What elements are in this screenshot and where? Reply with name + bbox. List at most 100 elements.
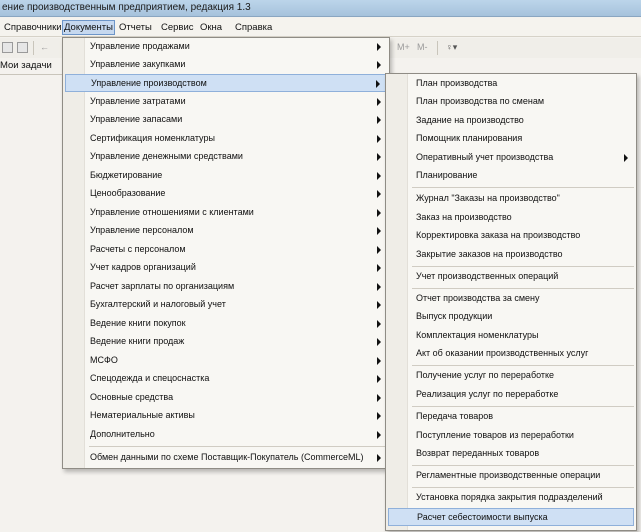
- menu-item-sales-ledger[interactable]: Ведение книги продаж: [65, 333, 387, 351]
- menu-item-label: Ведение книги покупок: [90, 318, 186, 328]
- menu-item-accounting[interactable]: Бухгалтерский и налоговый учет: [65, 296, 387, 314]
- menu-directories[interactable]: Справочники: [2, 21, 64, 35]
- submenu-item-production-plan[interactable]: План производства: [388, 75, 634, 93]
- submenu-item-label: Получение услуг по переработке: [416, 370, 555, 380]
- submenu-item-planning[interactable]: Планирование: [388, 167, 634, 185]
- menu-service[interactable]: Сервис: [159, 21, 196, 35]
- menu-item-label: Управление производством: [91, 78, 207, 88]
- submenu-item-label: Помощник планирования: [416, 133, 523, 143]
- menu-item-label: Расчеты с персоналом: [90, 244, 186, 254]
- memory-plus-button[interactable]: M+: [397, 42, 410, 52]
- submenu-item-orders-closing[interactable]: Закрытие заказов на производство: [388, 246, 634, 264]
- menu-item-label: Бюджетирование: [90, 170, 163, 180]
- submenu-item-goods-transfer[interactable]: Передача товаров: [388, 408, 634, 426]
- menu-item-label: Обмен данными по схеме Поставщик-Покупат…: [90, 452, 364, 462]
- menu-item-label: Расчет зарплаты по организациям: [90, 281, 235, 291]
- submenu-item-order-adjustment[interactable]: Корректировка заказа на производство: [388, 227, 634, 245]
- submenu-item-services-act[interactable]: Акт об оказании производственных услуг: [388, 345, 634, 363]
- my-tasks-tab[interactable]: Мои задачи: [0, 60, 52, 71]
- submenu-item-planning-assistant[interactable]: Помощник планирования: [388, 130, 634, 148]
- menu-item-fixed-assets[interactable]: Основные средства: [65, 389, 387, 407]
- menu-item-costs[interactable]: Управление затратами: [65, 93, 387, 111]
- menu-windows[interactable]: Окна: [198, 21, 224, 35]
- menu-item-additional[interactable]: Дополнительно: [65, 426, 387, 444]
- submenu-item-production-task[interactable]: Задание на производство: [388, 112, 634, 130]
- submenu-arrow-icon: [377, 454, 381, 462]
- menu-item-payroll-calculation[interactable]: Расчет зарплаты по организациям: [65, 278, 387, 296]
- menu-item-label: Управление закупками: [90, 59, 186, 69]
- submenu-item-orders-journal[interactable]: Журнал "Заказы на производство": [388, 190, 634, 208]
- preview-icon[interactable]: [17, 42, 28, 53]
- menu-item-purchases[interactable]: Управление закупками: [65, 56, 387, 74]
- menu-separator: [89, 446, 387, 447]
- menu-item-personnel-records[interactable]: Учет кадров организаций: [65, 259, 387, 277]
- submenu-arrow-icon: [377, 264, 381, 272]
- submenu-item-label: Отчет производства за смену: [416, 293, 540, 303]
- submenu-item-transferred-goods-return[interactable]: Возврат переданных товаров: [388, 445, 634, 463]
- menu-item-purchase-ledger[interactable]: Ведение книги покупок: [65, 315, 387, 333]
- submenu-item-label: Задание на производство: [416, 115, 524, 125]
- submenu-arrow-icon: [377, 394, 381, 402]
- submenu-arrow-icon: [377, 98, 381, 106]
- back-arrow-icon[interactable]: ←: [40, 42, 49, 52]
- window-title: ение производственным предприятием, реда…: [2, 2, 251, 13]
- menu-item-payroll-settlements[interactable]: Расчеты с персоналом: [65, 241, 387, 259]
- menu-item-hr[interactable]: Управление персоналом: [65, 222, 387, 240]
- menu-item-certification[interactable]: Сертификация номенклатуры: [65, 130, 387, 148]
- documents-menu: Управление продажами Управление закупкам…: [62, 37, 390, 469]
- menu-item-label: МСФО: [90, 355, 118, 365]
- submenu-item-operational-accounting[interactable]: Оперативный учет производства: [388, 149, 634, 167]
- menu-documents[interactable]: Документы: [62, 20, 115, 35]
- submenu-item-goods-receipt-from-processing[interactable]: Поступление товаров из переработки: [388, 427, 634, 445]
- menu-item-pricing[interactable]: Ценообразование: [65, 185, 387, 203]
- menu-item-label: Бухгалтерский и налоговый учет: [90, 299, 226, 309]
- menu-item-cash[interactable]: Управление денежными средствами: [65, 148, 387, 166]
- submenu-arrow-icon: [377, 412, 381, 420]
- left-panel: [0, 74, 62, 532]
- submenu-item-cost-calculation[interactable]: Расчет себестоимости выпуска: [388, 508, 634, 526]
- submenu-item-product-output[interactable]: Выпуск продукции: [388, 308, 634, 326]
- menu-item-crm[interactable]: Управление отношениями с клиентами: [65, 204, 387, 222]
- toolbar-separator: [33, 41, 34, 55]
- menu-item-inventory[interactable]: Управление запасами: [65, 111, 387, 129]
- submenu-arrow-icon: [377, 301, 381, 309]
- submenu-item-label: Оперативный учет производства: [416, 152, 554, 162]
- menu-help[interactable]: Справка: [233, 21, 274, 35]
- menu-item-sales[interactable]: Управление продажами: [65, 38, 387, 56]
- submenu-item-processing-services-received[interactable]: Получение услуг по переработке: [388, 367, 634, 385]
- menu-item-budgeting[interactable]: Бюджетирование: [65, 167, 387, 185]
- submenu-item-label: Регламентные производственные операции: [416, 470, 601, 480]
- menu-item-label: Управление запасами: [90, 114, 183, 124]
- menu-item-commerceml-exchange[interactable]: Обмен данными по схеме Поставщик-Покупат…: [65, 449, 387, 467]
- menu-item-intangible-assets[interactable]: Нематериальные активы: [65, 407, 387, 425]
- submenu-item-production-operations[interactable]: Учет производственных операций: [388, 268, 634, 286]
- submenu-item-label: Расчет себестоимости выпуска: [417, 512, 548, 522]
- menu-separator: [412, 187, 634, 188]
- submenu-item-label: Установка порядка закрытия подразделений: [416, 492, 603, 502]
- submenu-item-production-order[interactable]: Заказ на производство: [388, 209, 634, 227]
- menu-item-label: Основные средства: [90, 392, 174, 402]
- submenu-item-label: Акт об оказании производственных услуг: [416, 348, 589, 358]
- submenu-item-shift-report[interactable]: Отчет производства за смену: [388, 290, 634, 308]
- submenu-arrow-icon: [377, 153, 381, 161]
- submenu-item-assembly[interactable]: Комплектация номенклатуры: [388, 327, 634, 345]
- submenu-item-routine-operations[interactable]: Регламентные производственные операции: [388, 467, 634, 485]
- menu-item-ifrs[interactable]: МСФО: [65, 352, 387, 370]
- menu-item-label: Учет кадров организаций: [90, 262, 196, 272]
- menu-item-label: Нематериальные активы: [90, 410, 195, 420]
- menu-item-production[interactable]: Управление производством: [65, 74, 387, 92]
- menu-item-label: Управление отношениями с клиентами: [90, 207, 254, 217]
- menu-item-workwear[interactable]: Спецодежда и спецоснастка: [65, 370, 387, 388]
- memory-minus-button[interactable]: M-: [417, 42, 428, 52]
- submenu-arrow-icon: [377, 283, 381, 291]
- menu-reports[interactable]: Отчеты: [117, 21, 154, 35]
- menu-separator: [412, 288, 634, 289]
- submenu-item-closing-order-setup[interactable]: Установка порядка закрытия подразделений: [388, 489, 634, 507]
- menu-separator: [412, 465, 634, 466]
- menu-item-label: Управление продажами: [90, 41, 190, 51]
- menu-separator: [412, 266, 634, 267]
- print-icon[interactable]: [2, 42, 13, 53]
- submenu-item-processing-services-sold[interactable]: Реализация услуг по переработке: [388, 386, 634, 404]
- submenu-item-production-plan-by-shifts[interactable]: План производства по сменам: [388, 93, 634, 111]
- customize-icon[interactable]: ♀▾: [446, 42, 457, 53]
